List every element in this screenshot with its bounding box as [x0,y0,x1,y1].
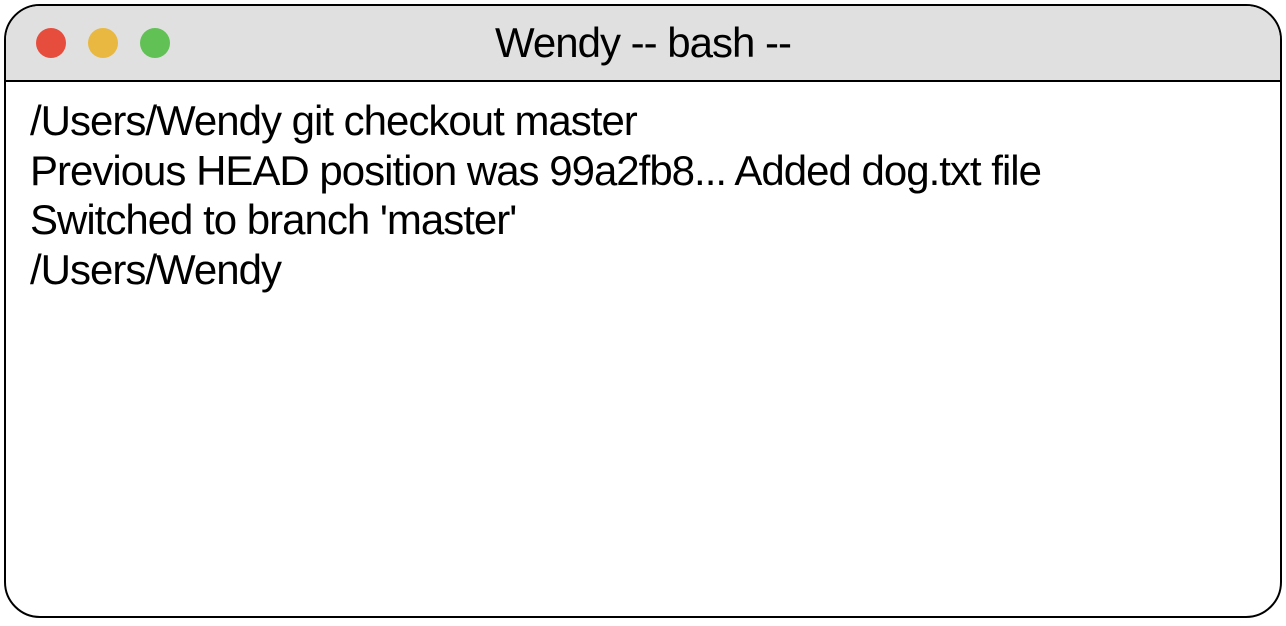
terminal-line: /Users/Wendy git checkout master [30,96,1256,146]
title-bar[interactable]: Wendy -- bash -- [6,6,1280,82]
terminal-body[interactable]: /Users/Wendy git checkout master Previou… [6,82,1280,308]
terminal-line: Previous HEAD position was 99a2fb8... Ad… [30,146,1256,196]
close-icon[interactable] [36,28,66,58]
terminal-line: /Users/Wendy [30,245,1256,295]
terminal-line: Switched to branch 'master' [30,195,1256,245]
terminal-window: Wendy -- bash -- /Users/Wendy git checko… [4,4,1282,618]
zoom-icon[interactable] [140,28,170,58]
traffic-lights [6,28,170,58]
window-title: Wendy -- bash -- [6,19,1280,67]
minimize-icon[interactable] [88,28,118,58]
